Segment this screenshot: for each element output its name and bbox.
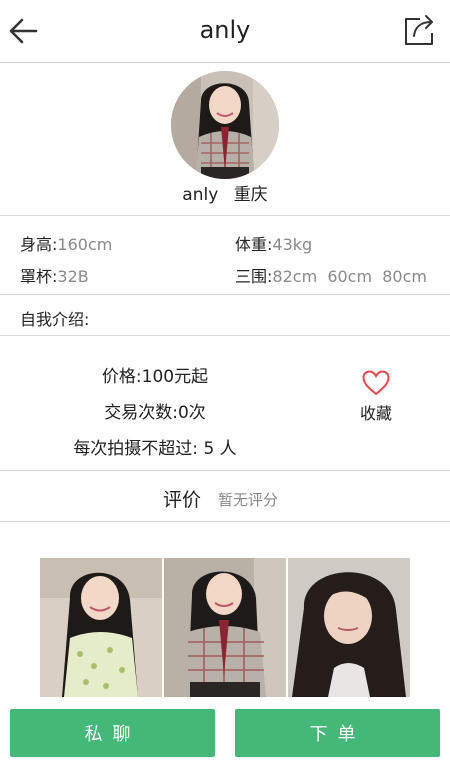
price-text: 价格:100元起	[101, 367, 209, 387]
trade-count-text: 交易次数:0次	[104, 403, 206, 423]
profile-name-line: anly 重庆	[0, 180, 450, 205]
cup-value: 32B	[57, 267, 89, 286]
gallery-photo[interactable]	[40, 558, 162, 697]
favorite-button[interactable]: 收藏	[350, 370, 402, 424]
gallery-photo-image	[288, 558, 410, 697]
height-stat: 身高:160cm	[20, 231, 112, 255]
photo-gallery	[0, 522, 450, 704]
rating-empty-text: 暂无评分	[218, 491, 279, 509]
profile-page: anly anly 重庆 身高:160cm 体重:43kg 罩杯:32B 三围:…	[0, 0, 450, 764]
weight-stat: 体重:43kg	[235, 231, 312, 255]
body-stats: 身高:160cm 体重:43kg 罩杯:32B 三围:82cm 60cm 80c…	[0, 216, 450, 295]
avatar-photo	[171, 71, 279, 179]
page-title: anly	[199, 16, 251, 44]
gallery-photo-image	[40, 558, 162, 697]
private-chat-button[interactable]: 私聊	[10, 709, 215, 757]
max-people-text: 每次拍摄不超过: 5 人	[73, 439, 237, 459]
gallery-photo[interactable]	[288, 558, 410, 697]
pricing-section: 价格:100元起 交易次数:0次 每次拍摄不超过: 5 人 收藏	[0, 336, 450, 471]
measurements-stat: 三围:82cm 60cm 80cm	[235, 263, 427, 287]
height-label: 身高:	[20, 235, 58, 254]
cup-stat: 罩杯:32B	[20, 263, 89, 287]
self-intro-label: 自我介绍:	[20, 310, 90, 329]
weight-label: 体重:	[235, 235, 273, 254]
avatar[interactable]	[171, 71, 279, 179]
share-button[interactable]	[400, 10, 440, 50]
measurements-label: 三围:	[235, 267, 273, 286]
heart-icon	[362, 370, 390, 396]
height-value: 160cm	[57, 235, 113, 254]
rating-title: 评价	[163, 489, 202, 511]
rating-section: 评价 暂无评分	[0, 471, 450, 522]
favorite-label: 收藏	[359, 404, 392, 423]
gallery-photo[interactable]	[164, 558, 286, 697]
place-order-button[interactable]: 下单	[235, 709, 440, 757]
measurements-value: 82cm 60cm 80cm	[272, 267, 427, 286]
profile-section: anly 重庆	[0, 63, 450, 216]
profile-name: anly	[182, 185, 219, 205]
profile-city: 重庆	[233, 185, 268, 205]
weight-value: 43kg	[272, 235, 313, 254]
share-icon	[405, 15, 433, 45]
top-bar: anly	[0, 0, 450, 63]
cup-label: 罩杯:	[20, 267, 58, 286]
gallery-photo-image	[164, 558, 286, 697]
self-intro-section: 自我介绍:	[0, 295, 450, 336]
